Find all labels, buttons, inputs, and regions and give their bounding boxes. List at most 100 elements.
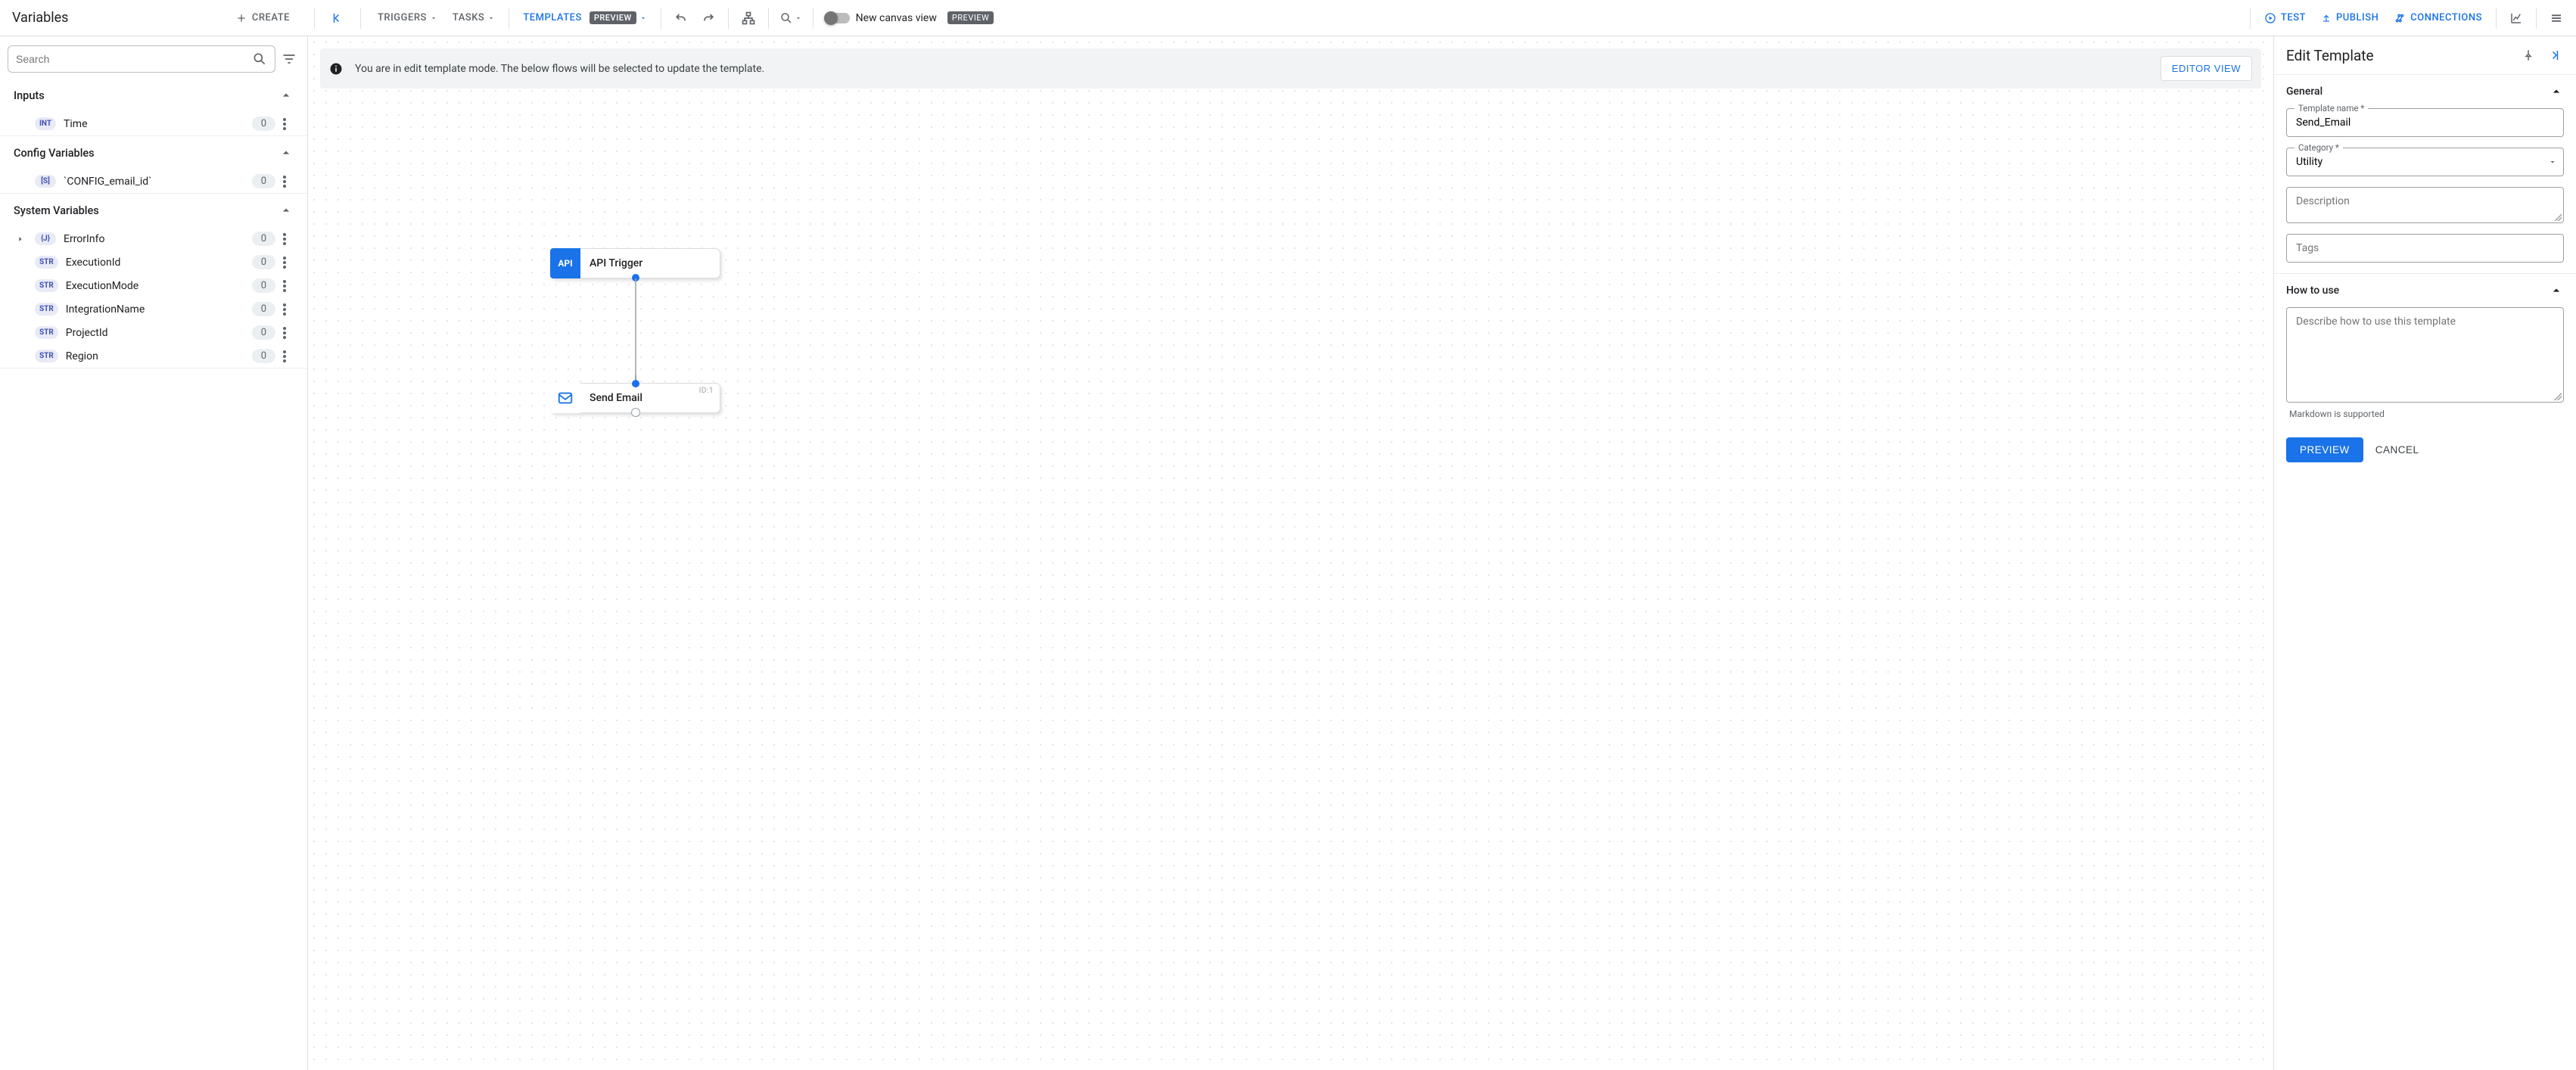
- chevron-up-icon: [278, 145, 294, 160]
- chevron-up-icon: [278, 88, 294, 103]
- play-icon: [2264, 12, 2276, 24]
- divider: [360, 8, 361, 29]
- trigger-node[interactable]: API API Trigger: [550, 248, 720, 278]
- chevron-down-icon: [639, 14, 647, 22]
- input-port[interactable]: [632, 380, 639, 387]
- general-section-title: General: [2286, 86, 2322, 98]
- variable-name: ExecutionMode: [66, 280, 244, 292]
- redo-button[interactable]: [695, 5, 722, 32]
- edge: [635, 278, 636, 384]
- resize-handle[interactable]: [2554, 213, 2562, 221]
- tasks-label: TASKS: [453, 12, 484, 23]
- usage-count: 0: [252, 174, 275, 188]
- howto-helper: Markdown is supported: [2289, 409, 2561, 419]
- templates-dropdown[interactable]: TEMPLATES PREVIEW: [515, 7, 654, 29]
- test-button[interactable]: TEST: [2257, 8, 2313, 29]
- type-chip-int: INT: [35, 117, 56, 130]
- divider: [2536, 8, 2537, 29]
- usage-count: 0: [252, 325, 275, 340]
- collapse-right-panel-icon[interactable]: [2544, 45, 2564, 65]
- tags-input[interactable]: [2287, 235, 2563, 262]
- kebab-icon[interactable]: [283, 303, 298, 316]
- kebab-icon[interactable]: [283, 233, 298, 245]
- resize-handle[interactable]: [2554, 393, 2562, 400]
- editor-view-button[interactable]: EDITOR VIEW: [2161, 56, 2252, 81]
- section-inputs-header[interactable]: Inputs: [0, 79, 307, 112]
- info-icon: [329, 62, 343, 76]
- variable-row[interactable]: {J} ErrorInfo 0: [0, 227, 307, 250]
- section-config-header[interactable]: Config Variables: [0, 136, 307, 170]
- chevron-up-icon: [278, 203, 294, 218]
- kebab-icon[interactable]: [283, 350, 298, 362]
- mail-icon: [550, 383, 580, 413]
- divider: [2250, 8, 2251, 29]
- section-inputs-title: Inputs: [14, 89, 45, 102]
- kebab-icon[interactable]: [283, 280, 298, 292]
- preview-button[interactable]: PREVIEW: [2286, 437, 2363, 462]
- menu-icon[interactable]: [2543, 5, 2570, 32]
- variable-name: Time: [64, 118, 244, 130]
- tasks-dropdown[interactable]: TASKS: [445, 8, 502, 28]
- publish-button[interactable]: PUBLISH: [2313, 8, 2386, 28]
- variable-row[interactable]: STR ExecutionMode 0: [0, 274, 307, 297]
- publish-icon: [2321, 13, 2332, 23]
- add-port[interactable]: [631, 408, 640, 417]
- type-chip-json: {J}: [35, 232, 56, 245]
- expand-icon[interactable]: [14, 235, 27, 243]
- kebab-icon[interactable]: [283, 327, 298, 339]
- variable-row[interactable]: [S] `CONFIG_email_id` 0: [0, 170, 307, 193]
- type-chip-str: STR: [35, 279, 58, 292]
- search-icon: [252, 51, 267, 67]
- kebab-icon[interactable]: [283, 176, 298, 188]
- usage-count: 0: [252, 302, 275, 316]
- type-chip-str: STR: [35, 350, 58, 362]
- usage-count: 0: [252, 278, 275, 293]
- howto-section-title: How to use: [2286, 285, 2339, 297]
- zoom-dropdown[interactable]: [775, 5, 807, 32]
- variable-name: ErrorInfo: [64, 233, 244, 245]
- variable-name: `CONFIG_email_id`: [64, 176, 244, 188]
- undo-button[interactable]: [667, 5, 695, 32]
- trigger-node-label: API Trigger: [590, 257, 642, 269]
- variable-row[interactable]: INT Time 0: [0, 112, 307, 135]
- usage-count: 0: [252, 117, 275, 131]
- variable-row[interactable]: STR Region 0: [0, 344, 307, 368]
- section-system-title: System Variables: [14, 204, 99, 217]
- chart-icon[interactable]: [2503, 5, 2530, 32]
- variable-name: Region: [66, 350, 244, 362]
- pin-icon[interactable]: [2518, 45, 2538, 65]
- plus-icon: [235, 12, 247, 24]
- howto-input[interactable]: [2287, 308, 2563, 399]
- category-select[interactable]: Category *: [2286, 148, 2564, 176]
- howto-section-header[interactable]: How to use: [2286, 274, 2564, 307]
- filter-icon[interactable]: [282, 51, 300, 67]
- section-config-title: Config Variables: [14, 147, 95, 160]
- canvas[interactable]: You are in edit template mode. The below…: [308, 36, 2273, 1070]
- description-input[interactable]: [2287, 188, 2563, 219]
- variable-row[interactable]: STR ExecutionId 0: [0, 250, 307, 274]
- connections-button[interactable]: CONNECTIONS: [2386, 8, 2490, 29]
- type-chip-str: STR: [35, 326, 58, 339]
- task-node-label: Send Email: [590, 392, 642, 404]
- notice-text: You are in edit template mode. The below…: [355, 63, 2148, 75]
- cancel-button[interactable]: CANCEL: [2375, 437, 2419, 462]
- variable-row[interactable]: STR IntegrationName 0: [0, 297, 307, 321]
- type-chip-str: STR: [35, 303, 58, 316]
- variable-name: ExecutionId: [66, 257, 244, 269]
- kebab-icon[interactable]: [283, 118, 298, 130]
- usage-count: 0: [252, 255, 275, 269]
- preview-badge: PREVIEW: [947, 11, 994, 24]
- kebab-icon[interactable]: [283, 257, 298, 269]
- template-name-label: Template name *: [2294, 103, 2368, 114]
- task-node[interactable]: Send Email ID:1: [550, 383, 720, 413]
- divider: [813, 8, 814, 29]
- divider: [2496, 8, 2497, 29]
- create-button[interactable]: CREATE: [229, 8, 296, 29]
- layout-icon[interactable]: [735, 5, 762, 32]
- new-canvas-toggle[interactable]: [826, 13, 850, 23]
- section-system-header[interactable]: System Variables: [0, 194, 307, 227]
- search-input[interactable]: [16, 53, 252, 65]
- triggers-dropdown[interactable]: TRIGGERS: [370, 8, 445, 28]
- variable-row[interactable]: STR ProjectId 0: [0, 321, 307, 344]
- collapse-left-panel-button[interactable]: [327, 8, 348, 29]
